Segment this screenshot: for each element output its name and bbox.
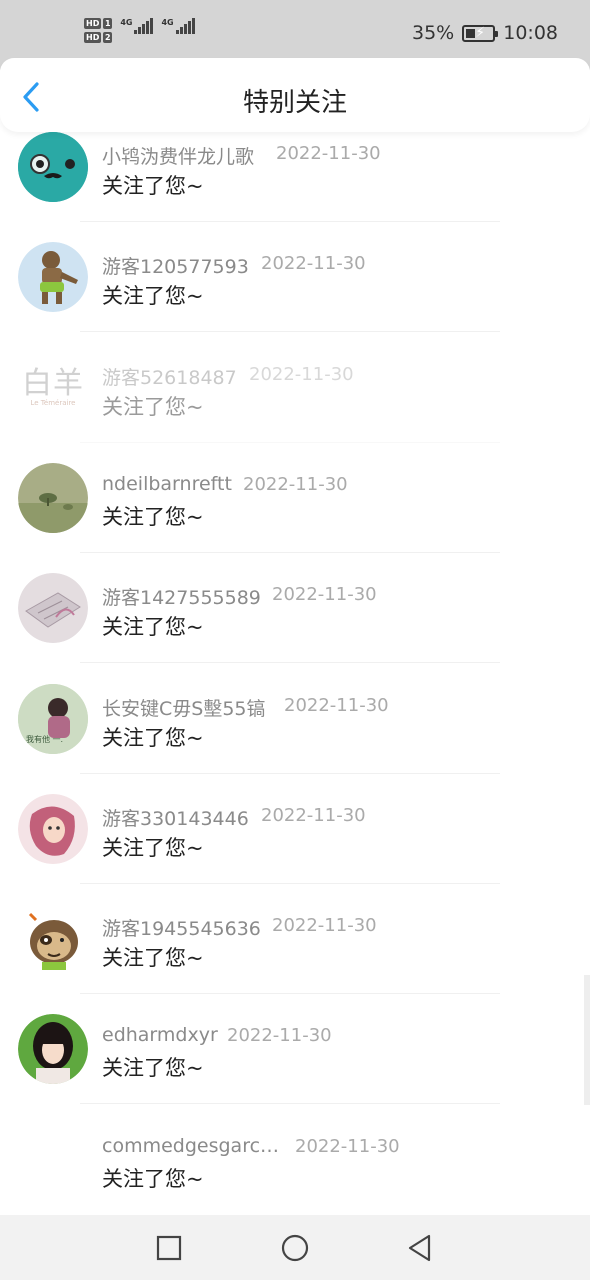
- user-name[interactable]: ndeilbarnreftt: [102, 473, 232, 495]
- avatar[interactable]: [18, 462, 88, 533]
- follow-message: 关注了您~: [102, 615, 204, 640]
- list-item[interactable]: 白羊 Le Téméraire 游客52618487 2022-11-30 关注…: [0, 333, 590, 443]
- follow-date: 2022-11-30: [261, 804, 366, 826]
- avatar[interactable]: 我有他 一.: [18, 683, 88, 754]
- follow-date: 2022-11-30: [272, 584, 377, 606]
- hd2-indicator: HD 2: [84, 32, 113, 43]
- follow-date: 2022-11-30: [272, 915, 377, 937]
- user-name[interactable]: 游客52618487: [102, 363, 237, 390]
- user-name[interactable]: commedgesgarc…: [102, 1135, 279, 1157]
- list-item[interactable]: 游客330143446 2022-11-30 关注了您~: [0, 774, 590, 884]
- circle-icon[interactable]: [280, 1233, 310, 1263]
- signal-icon-2: 4G: [161, 18, 195, 34]
- battery-icon: ⚡: [462, 24, 499, 42]
- follow-date: 2022-11-30: [243, 473, 348, 495]
- follow-message: 关注了您~: [102, 284, 204, 309]
- signal-icon-1: 4G: [120, 18, 154, 34]
- follow-date: 2022-11-30: [249, 363, 354, 385]
- follow-date: 2022-11-30: [261, 253, 366, 275]
- hd1-indicator: HD 1: [84, 18, 113, 29]
- follow-message: 关注了您~: [102, 174, 204, 198]
- avatar-text: 我有他 一.: [26, 734, 64, 744]
- avatar[interactable]: [18, 1014, 88, 1085]
- battery-percent: 35%: [412, 22, 455, 44]
- square-icon[interactable]: [154, 1233, 184, 1263]
- list-item[interactable]: 游客1945545636 2022-11-30 关注了您~: [0, 884, 590, 995]
- user-name[interactable]: 游客330143446: [102, 804, 249, 831]
- follow-message: 关注了您~: [102, 1056, 204, 1081]
- user-name[interactable]: 长安键C毋S墼55镐: [102, 694, 266, 721]
- user-name[interactable]: 游客120577593: [102, 252, 249, 279]
- avatar[interactable]: [18, 573, 88, 644]
- follow-message: 关注了您~: [102, 725, 204, 750]
- follow-message: 关注了您~: [102, 946, 204, 971]
- clock: 10:08: [503, 22, 558, 44]
- follow-date: 2022-11-30: [276, 143, 381, 164]
- user-name[interactable]: edharmdxyr: [102, 1024, 218, 1046]
- list-item[interactable]: 游客120577593 2022-11-30 关注了您~: [0, 222, 590, 333]
- system-nav-bar: [0, 1215, 590, 1280]
- follow-date: 2022-11-30: [284, 694, 389, 716]
- user-name[interactable]: 小鸨沩费伴龙儿歌: [102, 142, 254, 169]
- scrollbar[interactable]: [584, 975, 590, 1105]
- list-item[interactable]: 我有他 一. 长安键C毋S墼55镐 2022-11-30 关注了您~: [0, 664, 590, 774]
- signal-area: HD 1 HD 2 4G 4G: [84, 18, 195, 43]
- avatar[interactable]: [18, 1124, 88, 1195]
- page-title: 特别关注: [242, 88, 347, 118]
- list-item[interactable]: edharmdxyr 2022-11-30 关注了您~: [0, 994, 590, 1105]
- follow-message: 关注了您~: [102, 1166, 204, 1191]
- user-name[interactable]: 游客1945545636: [102, 914, 261, 941]
- list-item[interactable]: commedgesgarc… 2022-11-30 关注了您~: [0, 1105, 590, 1215]
- avatar[interactable]: [18, 242, 88, 313]
- follow-message: 关注了您~: [102, 504, 204, 529]
- avatar[interactable]: [18, 132, 88, 202]
- avatar-subtext: Le Téméraire: [30, 398, 76, 407]
- title-bar: 特别关注: [0, 58, 590, 132]
- list-item[interactable]: 游客1427555589 2022-11-30 关注了您~: [0, 553, 590, 664]
- avatar-text: 白羊: [22, 365, 84, 401]
- list-item[interactable]: ndeilbarnreftt 2022-11-30 关注了您~: [0, 443, 590, 553]
- follow-date: 2022-11-30: [295, 1135, 400, 1157]
- user-name[interactable]: 游客1427555589: [102, 583, 261, 610]
- triangle-back-icon[interactable]: [405, 1233, 435, 1263]
- follow-date: 2022-11-30: [227, 1025, 332, 1047]
- avatar[interactable]: [18, 793, 88, 864]
- avatar[interactable]: [18, 904, 88, 975]
- follow-message: 关注了您~: [102, 394, 204, 419]
- avatar[interactable]: 白羊 Le Téméraire: [18, 353, 88, 423]
- follow-message: 关注了您~: [102, 835, 204, 860]
